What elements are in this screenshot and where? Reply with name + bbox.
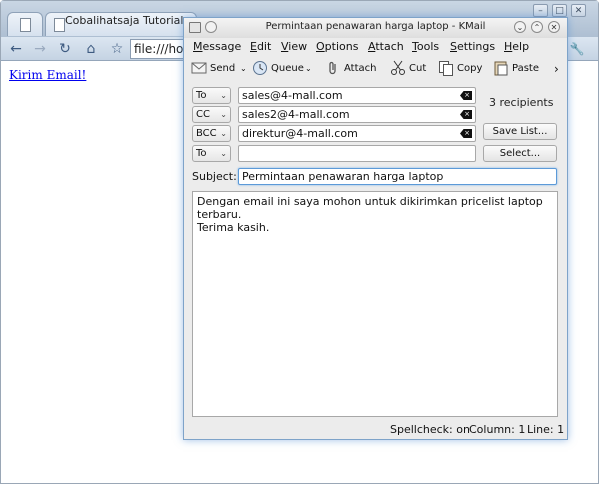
menu-tools[interactable]: Tools [412,40,439,53]
document-icon [20,18,31,32]
cut-button[interactable]: Cut [390,59,426,79]
cut-label: Cut [409,63,427,74]
recipient-type-select[interactable]: BCC ⌄ [192,125,231,142]
back-icon[interactable]: ← [6,39,26,59]
home-icon[interactable]: ⌂ [81,39,101,59]
close-icon[interactable]: ✕ [548,21,560,33]
message-body-editor[interactable]: Dengan email ini saya mohon untuk dikiri… [192,191,558,417]
menu-help[interactable]: Help [504,40,529,53]
body-line: Terima kasih. [197,221,270,234]
maximize-icon[interactable]: ⌃ [531,21,543,33]
recipient-type-select[interactable]: To ⌄ [192,87,231,104]
window-title: Permintaan penawaran harga laptop - KMai… [265,21,486,32]
clear-field-icon[interactable]: × [460,91,472,100]
menu-view[interactable]: View [281,40,307,53]
paste-button[interactable]: Paste [493,59,539,79]
document-icon [54,18,65,32]
subject-label: Subject: [192,170,237,183]
paste-label: Paste [512,63,539,74]
select-recipients-button[interactable]: Select... [483,145,557,162]
send-label: Send [210,63,236,74]
recipients-count: 3 recipients [489,96,554,109]
toolbar-more-chevron-icon[interactable]: › [554,59,559,79]
forward-icon[interactable]: → [30,39,50,59]
chevron-down-icon: ⌄ [220,91,227,100]
menu-attach[interactable]: Attach [368,40,404,53]
attach-label: Attach [344,63,377,74]
statusbar: Spellcheck: on Column: 1 Line: 1 [184,421,567,439]
copy-icon [439,61,453,76]
copy-button[interactable]: Copy [438,59,482,79]
paste-icon [494,61,508,76]
clear-field-icon[interactable]: × [460,110,472,119]
kmail-composer-window: Permintaan penawaran harga laptop - KMai… [183,17,568,440]
recipient-address-field[interactable]: sales@4-mall.com × [238,87,476,104]
recipient-type-select[interactable]: To ⌄ [192,145,231,162]
send-button[interactable]: Send [191,59,235,79]
scissors-icon [391,60,405,75]
chevron-down-icon: ⌄ [220,149,227,158]
chevron-down-icon: ⌄ [220,129,227,138]
save-list-button[interactable]: Save List... [483,123,557,140]
minimize-icon[interactable]: – [533,4,548,17]
kmail-titlebar: Permintaan penawaran harga laptop - KMai… [184,18,567,38]
menu-edit[interactable]: Edit [250,40,271,53]
chevron-down-icon: ⌄ [220,110,227,119]
attach-button[interactable]: Attach [325,59,376,79]
maximize-icon[interactable]: □ [552,4,567,17]
recipient-type-select[interactable]: CC ⌄ [192,106,231,123]
composer-toolbar: Send ⌄ Queue ⌄ Attach Cut Copy Paste › [184,56,567,82]
paperclip-icon [329,61,336,75]
clear-field-icon[interactable]: × [460,129,472,138]
spellcheck-status: Spellcheck: on [390,423,470,436]
recipient-address-field[interactable]: sales2@4-mall.com × [238,106,476,123]
menu-message[interactable]: Message [193,40,241,53]
line-status: Line: 1 [527,423,565,436]
close-icon[interactable]: ✕ [571,4,586,17]
queue-label: Queue [271,63,304,74]
recipient-address-field[interactable]: direktur@4-mall.com × [238,125,476,142]
minimize-icon[interactable]: ⌄ [514,21,526,33]
queue-icon [253,61,267,75]
reload-icon[interactable]: ↻ [55,39,75,59]
queue-dropdown-arrow[interactable]: ⌄ [305,59,312,79]
bookmark-star-icon[interactable]: ☆ [107,39,127,59]
send-dropdown-arrow[interactable]: ⌄ [240,59,247,79]
menubar: Message Edit View Options Attach Tools S… [184,38,567,56]
url-bar[interactable]: file:///hom [130,39,190,59]
menu-settings[interactable]: Settings [450,40,495,53]
copy-label: Copy [457,63,483,74]
queue-button[interactable]: Queue [252,59,304,79]
tab-blank[interactable] [7,12,43,36]
menu-options[interactable]: Options [316,40,358,53]
send-email-link[interactable]: Kirim Email! [9,68,86,82]
body-line: Dengan email ini saya mohon untuk dikiri… [197,195,543,221]
wrench-icon[interactable]: 🔧 [567,39,587,59]
subject-field[interactable]: Permintaan penawaran harga laptop [238,168,557,185]
tab-title: Cobalihatsaja Tutorial [65,14,184,27]
recipient-address-field[interactable] [238,145,476,162]
send-icon [191,62,207,74]
column-status: Column: 1 [469,423,526,436]
